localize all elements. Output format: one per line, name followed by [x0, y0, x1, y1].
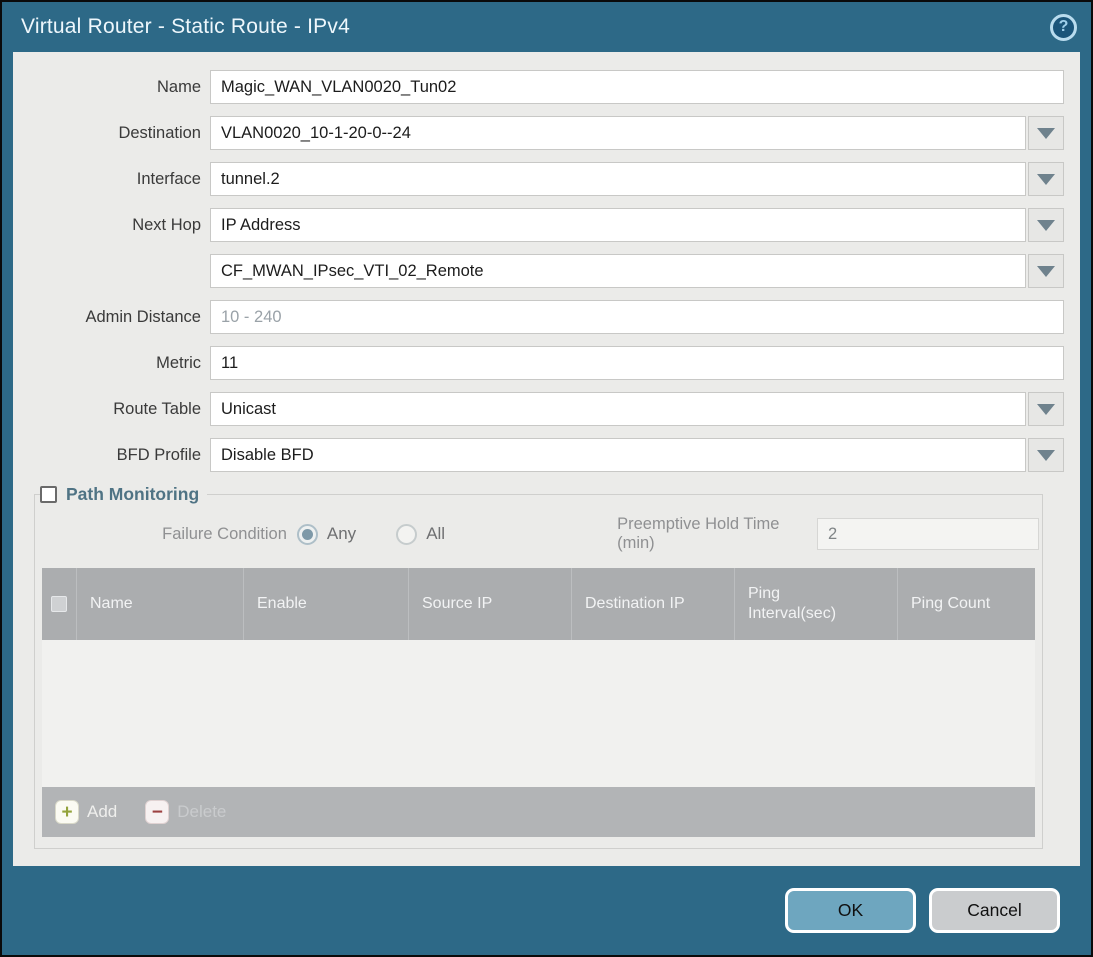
- failure-condition-row: Failure Condition Any All Preemptive Hol…: [38, 517, 1039, 551]
- preemptive-hold-time-label: Preemptive Hold Time (min): [617, 515, 817, 553]
- column-header-ping-count[interactable]: Ping Count: [897, 568, 1035, 640]
- form-row-next-hop-address: [13, 254, 1064, 288]
- chevron-down-icon: [1037, 266, 1055, 277]
- next-hop-label: Next Hop: [13, 216, 210, 235]
- form-row-route-table: Route Table: [13, 392, 1064, 426]
- interface-input[interactable]: [210, 162, 1026, 196]
- dialog-titlebar: Virtual Router - Static Route - IPv4 ?: [2, 2, 1091, 52]
- chevron-down-icon: [1037, 128, 1055, 139]
- bfd-profile-dropdown-button[interactable]: [1028, 438, 1064, 472]
- table-body-empty: [42, 640, 1035, 787]
- add-button-label: Add: [87, 802, 117, 822]
- column-header-ping-interval[interactable]: Ping Interval(sec): [734, 568, 897, 640]
- column-header-destination-ip[interactable]: Destination IP: [571, 568, 734, 640]
- table-header: Name Enable Source IP Destination IP Pin…: [42, 568, 1035, 640]
- next-hop-address-input[interactable]: [210, 254, 1026, 288]
- metric-label: Metric: [13, 354, 210, 373]
- path-monitoring-table: Name Enable Source IP Destination IP Pin…: [42, 568, 1035, 837]
- admin-distance-label: Admin Distance: [13, 308, 210, 327]
- form-row-interface: Interface: [13, 162, 1064, 196]
- next-hop-address-dropdown-button[interactable]: [1028, 254, 1064, 288]
- form-row-bfd-profile: BFD Profile: [13, 438, 1064, 472]
- preemptive-hold-time-input[interactable]: [817, 518, 1039, 550]
- form-row-name: Name: [13, 70, 1064, 104]
- name-input[interactable]: [210, 70, 1064, 104]
- route-table-input[interactable]: [210, 392, 1026, 426]
- form-row-destination: Destination: [13, 116, 1064, 150]
- dialog-footer: OK Cancel: [2, 866, 1091, 955]
- interface-label: Interface: [13, 170, 210, 189]
- delete-button-label: Delete: [177, 802, 226, 822]
- chevron-down-icon: [1037, 450, 1055, 461]
- table-toolbar: + Add − Delete: [42, 787, 1035, 837]
- destination-input[interactable]: [210, 116, 1026, 150]
- dialog-body: Name Destination Interface: [13, 52, 1080, 866]
- delete-button[interactable]: − Delete: [145, 800, 226, 824]
- static-route-dialog: Virtual Router - Static Route - IPv4 ? N…: [0, 0, 1093, 957]
- column-header-name[interactable]: Name: [76, 568, 243, 640]
- help-icon[interactable]: ?: [1050, 14, 1077, 41]
- form-row-metric: Metric: [13, 346, 1064, 380]
- admin-distance-input[interactable]: [210, 300, 1064, 334]
- path-monitoring-checkbox[interactable]: [40, 486, 57, 503]
- plus-icon: +: [55, 800, 79, 824]
- failure-condition-all-radio[interactable]: [396, 524, 417, 545]
- chevron-down-icon: [1037, 404, 1055, 415]
- form-row-admin-distance: Admin Distance: [13, 300, 1064, 334]
- dialog-title: Virtual Router - Static Route - IPv4: [21, 15, 1050, 39]
- column-header-source-ip[interactable]: Source IP: [408, 568, 571, 640]
- radio-selected-dot: [302, 529, 313, 540]
- metric-input[interactable]: [210, 346, 1064, 380]
- column-header-enable[interactable]: Enable: [243, 568, 408, 640]
- bfd-profile-input[interactable]: [210, 438, 1026, 472]
- next-hop-type-input[interactable]: [210, 208, 1026, 242]
- form-row-next-hop: Next Hop: [13, 208, 1064, 242]
- cancel-button[interactable]: Cancel: [929, 888, 1060, 933]
- name-label: Name: [13, 78, 210, 97]
- bfd-profile-label: BFD Profile: [13, 446, 210, 465]
- add-button[interactable]: + Add: [55, 800, 117, 824]
- minus-icon: −: [145, 800, 169, 824]
- failure-condition-any-radio[interactable]: [297, 524, 318, 545]
- failure-condition-label: Failure Condition: [38, 525, 297, 544]
- chevron-down-icon: [1037, 220, 1055, 231]
- path-monitoring-title: Path Monitoring: [66, 484, 199, 505]
- destination-dropdown-button[interactable]: [1028, 116, 1064, 150]
- failure-condition-all-label: All: [426, 524, 445, 544]
- failure-condition-any-label: Any: [327, 524, 356, 544]
- next-hop-type-dropdown-button[interactable]: [1028, 208, 1064, 242]
- route-table-label: Route Table: [13, 400, 210, 419]
- path-monitoring-section: Path Monitoring Failure Condition Any Al…: [34, 484, 1043, 849]
- destination-label: Destination: [13, 124, 210, 143]
- chevron-down-icon: [1037, 174, 1055, 185]
- interface-dropdown-button[interactable]: [1028, 162, 1064, 196]
- select-all-checkbox[interactable]: [51, 596, 67, 612]
- route-table-dropdown-button[interactable]: [1028, 392, 1064, 426]
- ok-button[interactable]: OK: [785, 888, 916, 933]
